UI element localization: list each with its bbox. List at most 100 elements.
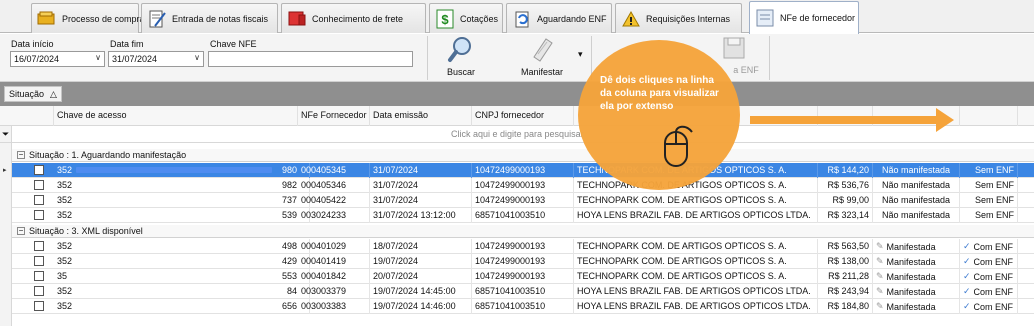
cell-razao[interactable]: TECHNOPARK COM. DE ARTIGOS OPTICOS S. A. bbox=[574, 239, 818, 254]
buscar-button[interactable]: Buscar bbox=[443, 35, 479, 77]
cell-chave[interactable]: 352 84 bbox=[54, 284, 310, 299]
table-row[interactable]: 352 737 000405422 31/07/2024 10472499000193 T… bbox=[12, 193, 1034, 208]
cell-data[interactable]: 31/07/2024 bbox=[370, 193, 472, 208]
tab-entrada-notas[interactable]: Entrada de notas fiscais bbox=[141, 3, 278, 33]
cell-status[interactable]: ✎ Manifestada bbox=[873, 239, 960, 254]
cell-nfe[interactable]: 000405346 bbox=[298, 178, 370, 193]
tab-nfe-fornecedor[interactable]: NFe de fornecedor bbox=[749, 1, 859, 34]
cell-valor[interactable]: R$ 138,00 bbox=[818, 254, 873, 269]
filter-funnel-icon[interactable]: ⏷ bbox=[2, 129, 9, 140]
cell-chave[interactable]: 352 429 bbox=[54, 254, 310, 269]
cell-data[interactable]: 19/07/2024 14:46:00 bbox=[370, 299, 472, 314]
header-chave[interactable]: Chave de acesso bbox=[54, 106, 298, 126]
cell-cnpj[interactable]: 10472499000193 bbox=[472, 269, 574, 284]
cell-enf[interactable]: ✓ Com ENF bbox=[960, 299, 1018, 314]
cell-cnpj[interactable]: 10472499000193 bbox=[472, 193, 574, 208]
cell-valor[interactable]: R$ 144,20 bbox=[818, 163, 873, 178]
row-checkbox[interactable] bbox=[34, 180, 44, 190]
row-checkbox[interactable] bbox=[34, 165, 44, 175]
cell-cnpj[interactable]: 68571041003510 bbox=[472, 299, 574, 314]
cell-enf[interactable]: ✓ Com ENF bbox=[960, 269, 1018, 284]
row-checkbox[interactable] bbox=[34, 286, 44, 296]
cell-chave[interactable]: 352 539 bbox=[54, 208, 310, 223]
collapse-icon[interactable]: − bbox=[17, 227, 25, 235]
cell-data[interactable]: 31/07/2024 bbox=[370, 178, 472, 193]
cell-enf[interactable]: Sem ENF bbox=[960, 208, 1018, 223]
cell-valor[interactable]: R$ 563,50 bbox=[818, 239, 873, 254]
chave-nfe-input[interactable] bbox=[208, 51, 413, 67]
cell-cnpj[interactable]: 10472499000193 bbox=[472, 178, 574, 193]
header-nfe[interactable]: NFe Fornecedor bbox=[298, 106, 370, 126]
cell-enf[interactable]: ✓ Com ENF bbox=[960, 284, 1018, 299]
cell-nfe[interactable]: 000401419 bbox=[298, 254, 370, 269]
manifestar-button[interactable]: Manifestar bbox=[514, 35, 570, 77]
table-row[interactable]: 35298000040534531/07/202410472499000193T… bbox=[12, 163, 1034, 178]
cell-status[interactable]: ✎ Manifestada bbox=[873, 269, 960, 284]
cell-enf[interactable]: Sem ENF bbox=[960, 193, 1018, 208]
data-inicio-select[interactable]: 16/07/2024 ∨ bbox=[10, 51, 105, 67]
group-row-xml-disponivel[interactable]: − Situação : 3. XML disponível bbox=[12, 225, 1034, 238]
cell-nfe[interactable]: 003024233 bbox=[298, 208, 370, 223]
data-fim-select[interactable]: 31/07/2024 ∨ bbox=[108, 51, 204, 67]
table-row[interactable]: 352 498 000401029 18/07/2024 10472499000193 T… bbox=[12, 239, 1034, 254]
row-checkbox[interactable] bbox=[34, 195, 44, 205]
cell-razao[interactable]: TECHNOPARK COM. DE ARTIGOS OPTICOS S. A. bbox=[574, 193, 818, 208]
group-row-aguardando[interactable]: − Situação : 1. Aguardando manifestação bbox=[12, 149, 1034, 162]
cell-chave[interactable]: 352 982 bbox=[54, 178, 310, 193]
cell-valor[interactable]: R$ 536,76 bbox=[818, 178, 873, 193]
collapse-icon[interactable]: − bbox=[17, 151, 25, 159]
cell-status[interactable]: ✎ Manifestada bbox=[873, 299, 960, 314]
cell-data[interactable]: 31/07/2024 bbox=[370, 163, 472, 178]
table-row[interactable]: 352 84 003003379 19/07/2024 14:45:00 6857104… bbox=[12, 284, 1034, 299]
table-row[interactable]: 352 429 000401419 19/07/2024 10472499000193 T… bbox=[12, 254, 1034, 269]
cell-nfe[interactable]: 000405422 bbox=[298, 193, 370, 208]
cell-enf[interactable]: ✓ Com ENF bbox=[960, 254, 1018, 269]
cell-valor[interactable]: R$ 323,14 bbox=[818, 208, 873, 223]
row-checkbox[interactable] bbox=[34, 241, 44, 251]
cell-data[interactable]: 18/07/2024 bbox=[370, 239, 472, 254]
cell-data[interactable]: 19/07/2024 bbox=[370, 254, 472, 269]
cell-razao[interactable]: TECHNOPARK COM. DE ARTIGOS OPTICOS S. A. bbox=[574, 254, 818, 269]
cell-data[interactable]: 20/07/2024 bbox=[370, 269, 472, 284]
cell-valor[interactable]: R$ 211,28 bbox=[818, 269, 873, 284]
header-data[interactable]: Data emissão bbox=[370, 106, 472, 126]
cell-status[interactable]: Não manifestada bbox=[873, 178, 960, 193]
cell-cnpj[interactable]: 10472499000193 bbox=[472, 254, 574, 269]
tab-aguardando-enf[interactable]: Aguardando ENF bbox=[506, 3, 612, 33]
tab-conhecimento-frete[interactable]: Conhecimento de frete bbox=[281, 3, 426, 33]
cell-razao[interactable]: HOYA LENS BRAZIL FAB. DE ARTIGOS OPTICOS… bbox=[574, 284, 818, 299]
tab-cotacoes[interactable]: $ Cotações bbox=[429, 3, 503, 33]
cell-status[interactable]: Não manifestada bbox=[873, 193, 960, 208]
header-check[interactable] bbox=[12, 106, 54, 126]
group-chip-situacao[interactable]: Situação △ bbox=[4, 86, 62, 102]
table-row[interactable]: 35 553 000401842 20/07/2024 10472499000193 TE… bbox=[12, 269, 1034, 284]
row-checkbox[interactable] bbox=[34, 256, 44, 266]
cell-chave[interactable]: 352 737 bbox=[54, 193, 310, 208]
cell-valor[interactable]: R$ 184,80 bbox=[818, 299, 873, 314]
row-checkbox[interactable] bbox=[34, 210, 44, 220]
tab-processo-de-compra[interactable]: Processo de compra bbox=[31, 3, 145, 33]
cell-status[interactable]: ✎ Manifestada bbox=[873, 254, 960, 269]
cell-valor[interactable]: R$ 99,00 bbox=[818, 193, 873, 208]
cell-cnpj[interactable]: 10472499000193 bbox=[472, 163, 574, 178]
manifestar-dropdown-icon[interactable]: ▾ bbox=[578, 49, 583, 60]
cell-chave[interactable]: 35 553 bbox=[54, 269, 310, 284]
cell-cnpj[interactable]: 68571041003510 bbox=[472, 284, 574, 299]
cell-razao[interactable]: HOYA LENS BRAZIL FAB. DE ARTIGOS OPTICOS… bbox=[574, 299, 818, 314]
cell-chave[interactable]: 352 656 bbox=[54, 299, 310, 314]
cell-enf[interactable]: Sem ENF bbox=[960, 178, 1018, 193]
cell-enf[interactable]: ✓ Com ENF bbox=[960, 239, 1018, 254]
grid-filter-row[interactable]: ⏷ Click aqui e digite para pesquisar bbox=[0, 126, 1034, 143]
cell-status[interactable]: ✎ Manifestada bbox=[873, 284, 960, 299]
tab-requisicoes-internas[interactable]: Requisições Internas bbox=[615, 3, 742, 33]
cell-nfe[interactable]: 003003383 bbox=[298, 299, 370, 314]
header-cnpj[interactable]: CNPJ fornecedor bbox=[472, 106, 574, 126]
table-row[interactable]: 352 656 003003383 19/07/2024 14:46:00 685710… bbox=[12, 299, 1034, 314]
table-row[interactable]: 352 982 000405346 31/07/2024 10472499000193 T… bbox=[12, 178, 1034, 193]
cell-chave[interactable]: 352 980 bbox=[54, 163, 310, 178]
cell-status[interactable]: Não manifestada bbox=[873, 208, 960, 223]
cell-valor[interactable]: R$ 243,94 bbox=[818, 284, 873, 299]
header-enf[interactable] bbox=[960, 106, 1018, 126]
table-row[interactable]: 352 539 003024233 31/07/2024 13:12:00 685710… bbox=[12, 208, 1034, 223]
row-checkbox[interactable] bbox=[34, 301, 44, 311]
